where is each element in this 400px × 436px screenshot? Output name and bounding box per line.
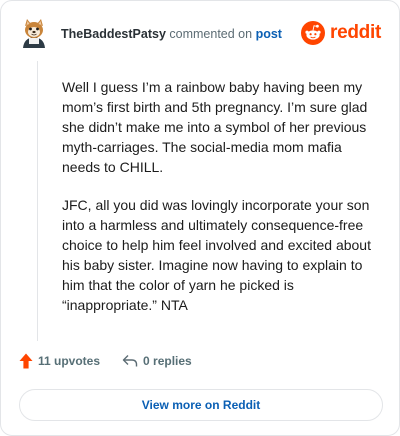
view-more-button[interactable]: View more on Reddit [19, 389, 383, 421]
thread-line [37, 61, 38, 341]
reply-button[interactable]: 0 replies [122, 354, 192, 368]
username-link[interactable]: TheBaddestPatsy [61, 27, 166, 41]
reply-count: 0 replies [143, 354, 192, 368]
byline-action-text: commented on [169, 27, 253, 41]
comment-paragraph: JFC, all you did was lovingly incorporat… [62, 197, 371, 313]
reddit-logo[interactable]: reddit [301, 21, 381, 45]
upvote-button[interactable]: 11 upvotes [19, 353, 100, 369]
avatar-icon [23, 19, 45, 48]
comment-paragraph: Well I guess I’m a rainbow baby having b… [62, 79, 368, 175]
comment-card: TheBaddestPatsy commented on post reddit… [0, 0, 400, 436]
reddit-wordmark: reddit [330, 22, 381, 43]
upvote-count: 11 upvotes [38, 354, 101, 368]
upvote-arrow-icon [19, 353, 33, 369]
user-avatar[interactable] [19, 17, 49, 51]
post-link[interactable]: post [256, 27, 282, 41]
reddit-snoo-icon [301, 21, 326, 45]
reply-arrow-icon [122, 355, 138, 367]
comment-actions: 11 upvotes 0 replies [19, 353, 192, 369]
comment-body: Well I guess I’m a rainbow baby having b… [62, 77, 382, 333]
comment-byline: TheBaddestPatsy commented on post [61, 26, 282, 42]
